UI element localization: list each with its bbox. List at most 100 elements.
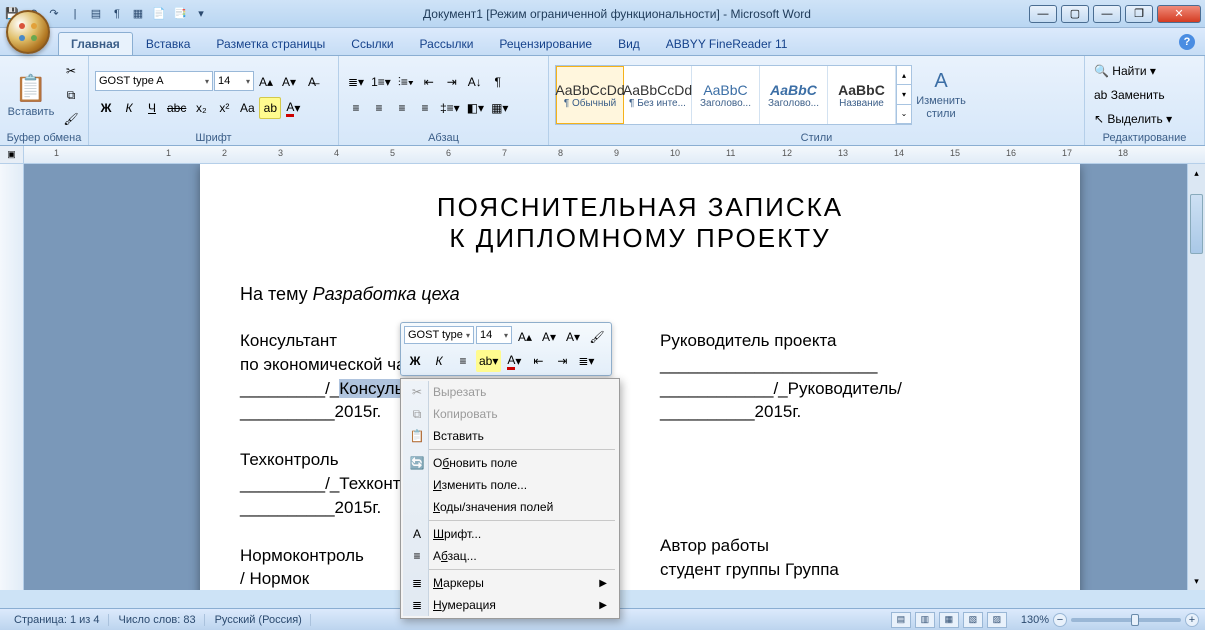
mini-grow-icon[interactable]: A▴ xyxy=(514,326,536,348)
status-page[interactable]: Страница: 1 из 4 xyxy=(6,614,109,626)
sort-icon[interactable]: A↓ xyxy=(464,71,486,93)
restore-button[interactable]: ❐ xyxy=(1125,5,1153,23)
qat-icon[interactable]: ▦ xyxy=(130,6,146,22)
ctx-item[interactable]: ≣Нумерация▶ xyxy=(403,594,617,616)
zoom-level[interactable]: 130% xyxy=(1021,614,1049,626)
mini-dec-indent[interactable]: ⇤ xyxy=(527,350,549,372)
help-icon[interactable]: ? xyxy=(1179,34,1195,50)
vertical-ruler[interactable] xyxy=(0,164,24,590)
justify-icon[interactable]: ≡ xyxy=(414,97,436,119)
shrink-font-icon[interactable]: A▾ xyxy=(278,71,300,93)
font-color-button[interactable]: A▾ xyxy=(282,97,304,119)
superscript-button[interactable]: x² xyxy=(213,97,235,119)
qat-icon[interactable]: ▤ xyxy=(88,6,104,22)
paste-button[interactable]: 📋 Вставить xyxy=(6,62,56,128)
tab-home[interactable]: Главная xyxy=(58,32,133,55)
status-language[interactable]: Русский (Россия) xyxy=(207,614,311,626)
scroll-down-icon[interactable]: ▾ xyxy=(1188,572,1205,590)
find-button[interactable]: 🔍 Найти ▾ xyxy=(1091,60,1191,82)
mini-size-combo[interactable]: 14▾ xyxy=(476,326,512,344)
view-read-icon[interactable]: ▥ xyxy=(915,612,935,628)
numbering-icon[interactable]: 1≡▾ xyxy=(368,71,394,93)
line-spacing-icon[interactable]: ‡≡▾ xyxy=(437,97,463,119)
vertical-scrollbar[interactable]: ▴ ▾ xyxy=(1187,164,1205,590)
gallery-down-icon[interactable]: ▾ xyxy=(897,85,911,104)
ctx-item[interactable]: ≣Маркеры▶ xyxy=(403,572,617,594)
zoom-slider[interactable] xyxy=(1071,618,1181,622)
shading-icon[interactable]: ◧▾ xyxy=(464,97,487,119)
underline-button[interactable]: Ч xyxy=(141,97,163,119)
style-title[interactable]: AaBbCНазвание xyxy=(828,66,896,124)
office-button[interactable] xyxy=(6,10,50,54)
ctx-item[interactable]: Коды/значения полей xyxy=(403,496,617,518)
gallery-up-icon[interactable]: ▴ xyxy=(897,66,911,85)
change-case-button[interactable]: Aa xyxy=(236,97,258,119)
redo-icon[interactable]: ↷ xyxy=(46,6,62,22)
qat-icon[interactable]: 📄 xyxy=(151,6,167,22)
view-print-icon[interactable]: ▤ xyxy=(891,612,911,628)
mini-bullets[interactable]: ≣▾ xyxy=(575,350,597,372)
font-size-combo[interactable]: 14▾ xyxy=(214,71,254,91)
ctx-item[interactable]: AШрифт... xyxy=(403,523,617,545)
bold-button[interactable]: Ж xyxy=(95,97,117,119)
zoom-out-icon[interactable]: − xyxy=(1053,613,1067,627)
mini-painter-icon[interactable]: 🖌 xyxy=(586,326,608,348)
grow-font-icon[interactable]: A▴ xyxy=(255,71,277,93)
tab-insert[interactable]: Вставка xyxy=(133,32,204,55)
style-heading1[interactable]: AaBbCЗаголово... xyxy=(692,66,760,124)
align-center-icon[interactable]: ≡ xyxy=(368,97,390,119)
mini-center[interactable]: ≡ xyxy=(452,350,474,372)
inc-indent-icon[interactable]: ⇥ xyxy=(441,71,463,93)
qat-icon[interactable]: 📑 xyxy=(172,6,188,22)
cut-icon[interactable]: ✂ xyxy=(60,60,82,82)
view-draft-icon[interactable]: ▨ xyxy=(987,612,1007,628)
zoom-in-icon[interactable]: + xyxy=(1185,613,1199,627)
italic-button[interactable]: К xyxy=(118,97,140,119)
mini-font-color[interactable]: A▾ xyxy=(503,350,525,372)
tab-layout[interactable]: Разметка страницы xyxy=(203,32,338,55)
ctx-item[interactable]: ≡Абзац... xyxy=(403,545,617,567)
status-words[interactable]: Число слов: 83 xyxy=(111,614,205,626)
ctx-item[interactable]: Изменить поле... xyxy=(403,474,617,496)
bullets-icon[interactable]: ≣▾ xyxy=(345,71,367,93)
minimize2-button[interactable]: — xyxy=(1093,5,1121,23)
style-heading2[interactable]: AaBbCЗаголово... xyxy=(760,66,828,124)
tab-review[interactable]: Рецензирование xyxy=(486,32,605,55)
zoom-thumb[interactable] xyxy=(1131,614,1139,626)
page[interactable]: ПОЯСНИТЕЛЬНАЯ ЗАПИСКА К ДИПЛОМНОМУ ПРОЕК… xyxy=(200,164,1080,590)
maximize-button[interactable]: ▢ xyxy=(1061,5,1089,23)
ctx-item[interactable]: 🔄Обновить поле xyxy=(403,452,617,474)
horizontal-ruler[interactable]: 1123456789101112131415161718 xyxy=(24,146,1205,163)
replace-button[interactable]: ab Заменить xyxy=(1091,84,1191,106)
scroll-thumb[interactable] xyxy=(1190,194,1203,254)
mini-shrink-icon[interactable]: A▾ xyxy=(538,326,560,348)
close-button[interactable]: ✕ xyxy=(1157,5,1201,23)
tab-mailings[interactable]: Рассылки xyxy=(407,32,487,55)
tab-view[interactable]: Вид xyxy=(605,32,653,55)
mini-highlight[interactable]: ab▾ xyxy=(476,350,501,372)
qat-icon[interactable]: ¶ xyxy=(109,6,125,22)
align-right-icon[interactable]: ≡ xyxy=(391,97,413,119)
ruler-corner[interactable]: ▣ xyxy=(0,146,24,163)
font-name-combo[interactable]: GOST type A▾ xyxy=(95,71,213,91)
clear-format-icon[interactable]: A̶ xyxy=(301,71,323,93)
show-marks-icon[interactable]: ¶ xyxy=(487,71,509,93)
mini-styles-icon[interactable]: A▾ xyxy=(562,326,584,348)
align-left-icon[interactable]: ≡ xyxy=(345,97,367,119)
mini-italic[interactable]: К xyxy=(428,350,450,372)
mini-font-combo[interactable]: GOST type▾ xyxy=(404,326,474,344)
tab-abbyy[interactable]: ABBYY FineReader 11 xyxy=(653,32,801,55)
minimize-button[interactable]: — xyxy=(1029,5,1057,23)
subscript-button[interactable]: x₂ xyxy=(190,97,212,119)
ctx-item[interactable]: 📋Вставить xyxy=(403,425,617,447)
qat-dropdown-icon[interactable]: ▾ xyxy=(193,6,209,22)
mini-inc-indent[interactable]: ⇥ xyxy=(551,350,573,372)
view-outline-icon[interactable]: ▧ xyxy=(963,612,983,628)
select-button[interactable]: ↖ Выделить ▾ xyxy=(1091,108,1191,130)
style-normal[interactable]: AaBbCcDd¶ Обычный xyxy=(556,66,624,124)
copy-icon[interactable]: ⧉ xyxy=(60,84,82,106)
format-painter-icon[interactable]: 🖌 xyxy=(60,108,82,130)
style-no-spacing[interactable]: AaBbCcDd¶ Без инте... xyxy=(624,66,692,124)
gallery-more-icon[interactable]: ⌄ xyxy=(897,105,911,124)
dec-indent-icon[interactable]: ⇤ xyxy=(418,71,440,93)
